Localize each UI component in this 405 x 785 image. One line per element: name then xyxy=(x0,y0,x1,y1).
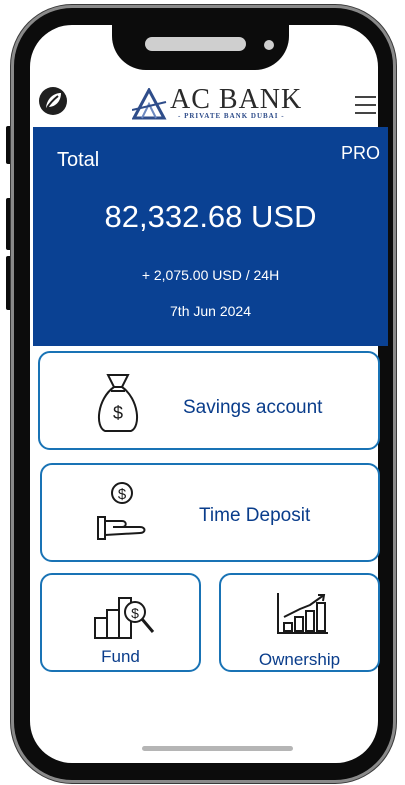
balance-amount: 82,332.68 USD xyxy=(104,199,317,234)
home-indicator[interactable] xyxy=(142,746,293,751)
phone-camera xyxy=(264,40,274,50)
savings-account-button[interactable]: $ Savings account xyxy=(38,351,380,450)
account-tier-badge: PRO xyxy=(340,143,380,163)
bank-logo-mark-icon xyxy=(132,88,167,120)
leaf-logo-icon[interactable] xyxy=(38,86,68,116)
buildings-search-icon: $ xyxy=(94,597,155,639)
fund-label: Fund xyxy=(101,647,140,666)
growth-chart-icon xyxy=(277,593,328,634)
ownership-label: Ownership xyxy=(258,650,341,669)
svg-text:$: $ xyxy=(131,605,139,621)
time-deposit-label: Time Deposit xyxy=(199,505,311,526)
balance-label: Total xyxy=(57,149,100,171)
svg-text:$: $ xyxy=(118,486,127,503)
hand-coin-icon: $ xyxy=(97,482,146,540)
time-deposit-button[interactable]: $ Time Deposit xyxy=(40,463,380,562)
money-bag-icon: $ xyxy=(97,374,139,432)
phone-speaker xyxy=(145,37,246,51)
balance-date: 7th Jun 2024 xyxy=(170,303,251,319)
fund-button[interactable]: $ Fund xyxy=(40,573,201,672)
balance-panel: Total PRO 82,332.68 USD + 2,075.00 USD /… xyxy=(33,127,388,346)
hamburger-menu-icon[interactable] xyxy=(355,96,376,120)
balance-change: + 2,075.00 USD / 24H xyxy=(141,267,280,283)
savings-account-label: Savings account xyxy=(183,397,323,418)
svg-text:$: $ xyxy=(113,403,123,423)
bank-subtitle: - PRIVATE BANK DUBAI - xyxy=(178,112,285,120)
ownership-button[interactable]: Ownership xyxy=(219,573,380,672)
